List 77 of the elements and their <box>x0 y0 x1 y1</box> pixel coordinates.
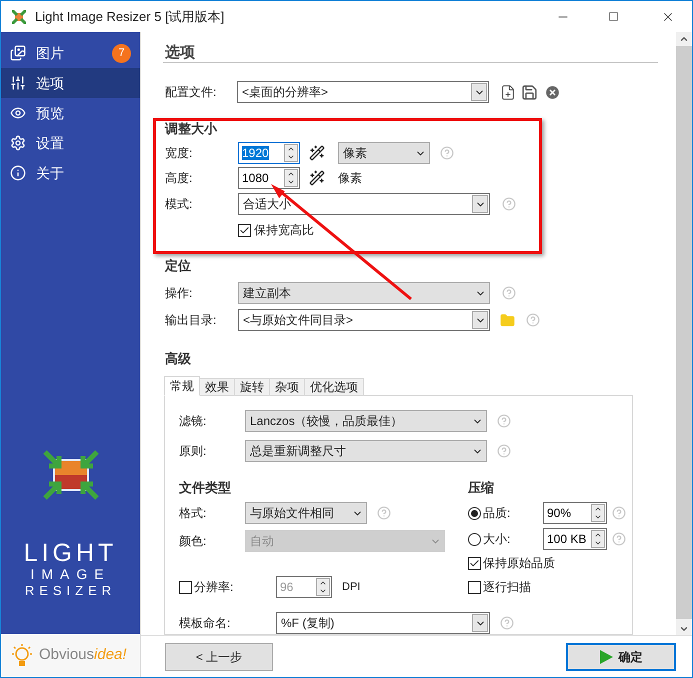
dropdown[interactable]: %F (复制) <box>276 612 490 634</box>
sliders-icon <box>10 75 26 91</box>
section-heading: 压缩 <box>468 480 495 496</box>
magic-wand-icon[interactable] <box>309 145 325 161</box>
eye-icon <box>10 105 26 121</box>
tab[interactable]: 旋转 <box>234 378 270 396</box>
app-logo-icon <box>42 450 98 500</box>
lightbulb-icon <box>9 642 35 668</box>
field-label: 高度: <box>165 170 194 187</box>
field-label: 操作: <box>165 285 194 302</box>
new-file-icon[interactable] <box>500 84 516 100</box>
checkbox[interactable] <box>468 556 481 570</box>
maximize-icon[interactable] <box>608 11 619 22</box>
field-label: 配置文件: <box>165 84 218 101</box>
dropdown[interactable]: <桌面的分辨率> <box>237 81 489 103</box>
sidebar-item[interactable]: 设置 <box>1 128 140 158</box>
delete-icon[interactable] <box>544 84 561 100</box>
brand-logo: Obviousidea! <box>39 645 127 666</box>
dropdown[interactable]: 合适大小 <box>238 193 490 215</box>
spin-field[interactable]: 100 KB <box>543 528 607 550</box>
dropdown[interactable]: <与原始文件同目录> <box>238 309 490 331</box>
pictures-icon <box>10 45 26 61</box>
radio-label: 品质: <box>482 505 512 522</box>
page-title: 选项 <box>163 44 658 63</box>
field-label: 宽度: <box>165 145 194 162</box>
checkbox-label: 保持原始品质 <box>483 555 555 572</box>
play-icon <box>600 650 612 664</box>
sidebar-item[interactable]: 选项 <box>1 68 140 98</box>
spin-field[interactable]: 1920 <box>238 142 300 164</box>
app-icon <box>12 10 26 24</box>
spin-field[interactable]: 1080 <box>238 167 300 189</box>
radio-button[interactable] <box>468 506 481 520</box>
tab[interactable]: 常规 <box>164 376 200 396</box>
sidebar-item[interactable]: 预览 <box>1 98 140 128</box>
checkbox-label: 保持宽高比 <box>254 222 314 239</box>
sidebar-item[interactable]: 关于 <box>1 158 140 188</box>
settings-icon <box>10 135 26 151</box>
logo-text: LIGHT <box>24 540 118 566</box>
field-label: 模板命名: <box>179 615 232 632</box>
back-button[interactable]: < 上一步 <box>165 642 273 670</box>
tab[interactable]: 优化选项 <box>304 378 364 396</box>
checkbox-label: 分辨率: <box>193 579 234 596</box>
ok-button[interactable]: 确定 <box>566 642 676 670</box>
unit-label: DPI <box>342 580 360 595</box>
dropdown[interactable]: 与原始文件相同 <box>245 502 367 524</box>
window-title: Light Image Resizer 5 [试用版本] <box>35 8 224 26</box>
field-label: 格式: <box>179 505 208 522</box>
logo-text: IMAGE <box>30 566 111 583</box>
logo-text: RESIZER <box>24 583 116 598</box>
field-label: 原则: <box>179 443 208 460</box>
field-label: 滤镜: <box>179 413 208 430</box>
dropdown[interactable]: Lanczos（较慢，品质最佳） <box>245 410 487 432</box>
info-icon <box>10 165 26 181</box>
section-heading: 定位 <box>165 258 192 274</box>
checkbox[interactable] <box>238 224 251 236</box>
checkbox-label: 逐行扫描 <box>483 579 531 596</box>
radio-button[interactable] <box>468 532 481 546</box>
field-label: 模式: <box>165 196 194 213</box>
count-badge: 7 <box>112 44 131 62</box>
save-icon[interactable] <box>521 84 538 100</box>
sidebar-item[interactable]: 图片 7 <box>1 38 140 68</box>
scrollbar[interactable] <box>676 32 692 635</box>
magic-wand-icon[interactable] <box>309 170 325 186</box>
field-label: 颜色: <box>179 533 208 550</box>
unit-label: 像素 <box>338 170 362 187</box>
field-label: 输出目录: <box>165 312 218 329</box>
dropdown[interactable]: 像素 <box>338 142 430 164</box>
spin-field[interactable]: 90% <box>543 502 607 524</box>
section-heading: 文件类型 <box>179 480 232 496</box>
checkbox[interactable] <box>468 580 481 594</box>
checkbox[interactable] <box>179 580 192 594</box>
radio-label: 大小: <box>482 531 512 548</box>
section-heading: 调整大小 <box>165 121 218 137</box>
dropdown[interactable]: 总是重新调整尺寸 <box>245 440 487 462</box>
section-heading: 高级 <box>165 351 192 367</box>
tab[interactable]: 杂项 <box>269 378 305 396</box>
dropdown[interactable]: 建立副本 <box>238 282 490 304</box>
